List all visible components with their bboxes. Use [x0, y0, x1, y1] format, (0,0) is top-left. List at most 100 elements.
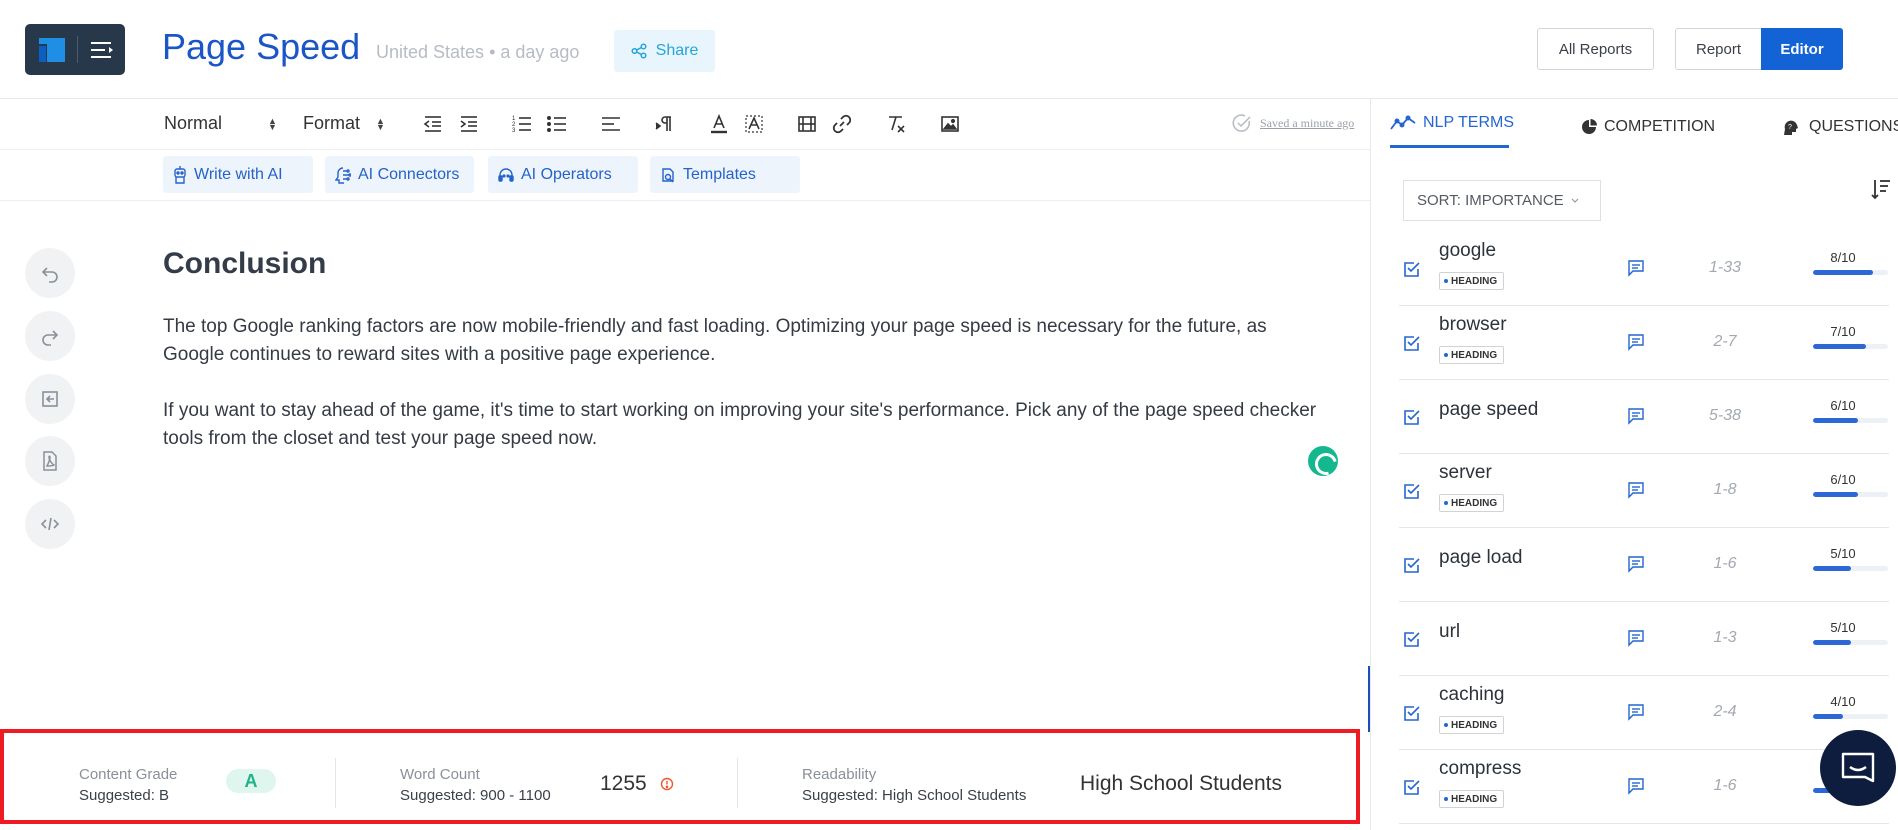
all-reports-button[interactable]: All Reports [1537, 28, 1654, 70]
word-count-suggested: Suggested: 900 - 1100 [400, 787, 551, 804]
importance-bar-fill [1813, 566, 1851, 571]
menu-toggle-icon[interactable] [89, 39, 115, 61]
comment-icon[interactable] [1627, 333, 1645, 351]
redo-icon [42, 330, 59, 346]
term-usage-range: 1-6 [1713, 555, 1737, 572]
term-usage-range: 1-8 [1713, 481, 1737, 498]
link-icon[interactable] [832, 114, 852, 134]
ai-connectors-button[interactable]: AI Connectors [325, 156, 474, 193]
html-code-button[interactable] [25, 499, 75, 549]
checkbox-checked-icon[interactable] [1403, 482, 1421, 500]
saved-text: Saved a minute ago [1260, 115, 1355, 130]
importance-bar [1813, 640, 1888, 645]
readability-suggested: Suggested: High School Students [802, 787, 1027, 804]
importance-bar-fill [1813, 492, 1858, 497]
align-left-icon[interactable] [601, 114, 621, 134]
comment-icon[interactable] [1627, 629, 1645, 647]
checkbox-checked-icon[interactable] [1403, 334, 1421, 352]
comment-icon[interactable] [1627, 259, 1645, 277]
export-button[interactable] [25, 374, 75, 424]
comment-icon[interactable] [1627, 777, 1645, 795]
templates-button[interactable]: Templates [650, 156, 800, 193]
document-paragraph[interactable]: If you want to stay ahead of the game, i… [163, 397, 1333, 453]
undo-button[interactable] [25, 248, 75, 298]
code-icon [40, 517, 60, 531]
sort-descending-icon[interactable] [1871, 178, 1891, 200]
text-color-icon[interactable] [709, 114, 729, 134]
term-row[interactable]: google HEADING 1-33 8/10 [1399, 232, 1889, 306]
importance-bar-fill [1813, 418, 1858, 423]
tab-questions[interactable]: ? QUESTIONS [1782, 118, 1898, 136]
checkbox-checked-icon[interactable] [1403, 630, 1421, 648]
paragraph-style-select[interactable]: Normal ▲ ▼ [164, 113, 277, 134]
term-row[interactable]: page speed 5-38 6/10 [1399, 380, 1889, 454]
sort-dropdown[interactable]: SORT: IMPORTANCE [1403, 180, 1601, 221]
ai-operators-button[interactable]: AI Operators [488, 156, 638, 193]
clear-format-icon[interactable] [886, 114, 906, 134]
importance-bar-fill [1813, 344, 1866, 349]
sort-label: SORT: IMPORTANCE [1417, 192, 1564, 209]
save-status: Saved a minute ago [1232, 113, 1354, 133]
badge-dot-icon [1444, 279, 1448, 283]
heading-badge: HEADING [1439, 346, 1505, 364]
term-row[interactable]: url 1-3 5/10 [1399, 602, 1889, 676]
document-heading[interactable]: Conclusion [163, 247, 326, 281]
text-direction-icon[interactable] [655, 114, 675, 134]
indent-icon[interactable] [459, 114, 479, 134]
paragraph-style-value: Normal [164, 113, 223, 133]
editor-button[interactable]: Editor [1761, 28, 1843, 70]
checkbox-checked-icon[interactable] [1403, 704, 1421, 722]
share-button[interactable]: Share [614, 30, 715, 72]
term-row[interactable]: page load 1-6 5/10 [1399, 528, 1889, 602]
term-usage-range: 2-4 [1713, 703, 1737, 720]
video-icon[interactable] [797, 114, 817, 134]
term-row[interactable]: caching HEADING 2-4 4/10 [1399, 676, 1889, 750]
redo-button[interactable] [25, 311, 75, 361]
term-name: caching [1439, 684, 1505, 705]
badge-dot-icon [1444, 353, 1448, 357]
checkbox-checked-icon[interactable] [1403, 556, 1421, 574]
chat-icon [1841, 752, 1875, 783]
pie-chart-icon [1582, 119, 1597, 134]
write-with-ai-button[interactable]: Write with AI [163, 156, 313, 193]
term-name: compress [1439, 758, 1522, 779]
term-row[interactable]: server HEADING 1-8 6/10 [1399, 454, 1889, 528]
term-importance-score: 5/10 [1830, 620, 1856, 635]
undo-icon [41, 267, 58, 283]
tab-questions-label: QUESTIONS [1809, 118, 1898, 135]
importance-bar-fill [1813, 640, 1851, 645]
term-name: google [1439, 240, 1497, 261]
questions-head-icon: ? [1784, 120, 1798, 135]
select-arrows-icon: ▲ ▼ [376, 115, 385, 132]
chat-support-button[interactable] [1820, 730, 1896, 806]
tab-nlp-terms[interactable]: NLP TERMS [1390, 114, 1514, 132]
term-usage-range: 1-6 [1713, 777, 1737, 794]
format-select[interactable]: Format ▲ ▼ [303, 113, 385, 134]
highlight-color-icon[interactable] [744, 114, 764, 134]
logo-divider [77, 36, 78, 63]
content-metrics-bar: Content Grade Suggested: B A Word Count … [0, 729, 1360, 824]
heading-badge-label: HEADING [1451, 275, 1498, 287]
heading-badge: HEADING [1439, 790, 1505, 808]
grammarly-icon[interactable] [1308, 446, 1338, 476]
term-row[interactable]: browser HEADING 2-7 7/10 [1399, 306, 1889, 380]
outdent-icon[interactable] [423, 114, 443, 134]
comment-icon[interactable] [1627, 481, 1645, 499]
document-paragraph[interactable]: The top Google ranking factors are now m… [163, 313, 1333, 369]
pdf-button[interactable] [25, 436, 75, 486]
comment-icon[interactable] [1627, 703, 1645, 721]
ordered-list-icon[interactable]: 123 [512, 114, 532, 134]
checkbox-checked-icon[interactable] [1403, 778, 1421, 796]
term-usage-range: 1-3 [1713, 629, 1737, 646]
tab-competition[interactable]: COMPETITION [1581, 118, 1715, 136]
term-name: page load [1439, 547, 1523, 568]
checkbox-checked-icon[interactable] [1403, 260, 1421, 278]
comment-icon[interactable] [1627, 407, 1645, 425]
image-icon[interactable] [940, 114, 960, 134]
checkbox-checked-icon[interactable] [1403, 408, 1421, 426]
term-row[interactable]: compressHEADING1-64/10 [1399, 750, 1889, 824]
app-logo[interactable] [25, 24, 125, 75]
comment-icon[interactable] [1627, 555, 1645, 573]
report-button[interactable]: Report [1675, 28, 1762, 70]
bullet-list-icon[interactable] [547, 114, 567, 134]
